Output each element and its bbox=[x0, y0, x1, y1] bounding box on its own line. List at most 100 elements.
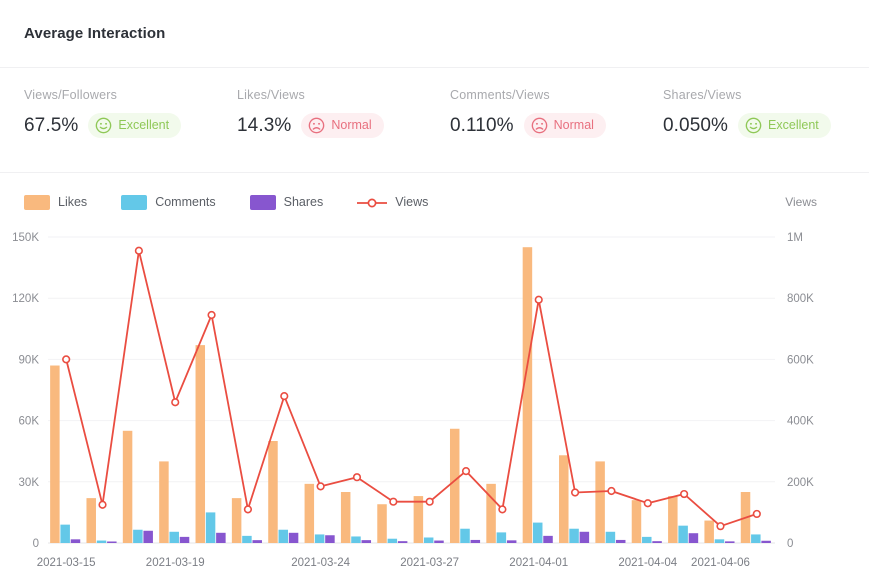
legend-swatch-icon bbox=[24, 194, 50, 210]
bar-comments[interactable] bbox=[387, 538, 398, 543]
legend-item-shares[interactable]: Shares bbox=[249, 194, 323, 210]
views-data-point[interactable] bbox=[534, 295, 543, 304]
average-interaction-card: Average Interaction Views/Followers 67.5… bbox=[0, 0, 869, 575]
page-title: Average Interaction bbox=[24, 25, 166, 42]
y2-axis-tick-label: 800K bbox=[787, 293, 814, 305]
bar-shares[interactable] bbox=[579, 531, 590, 543]
bar-shares[interactable] bbox=[179, 536, 190, 543]
status-badge-label: Normal bbox=[553, 118, 594, 133]
bar-comments[interactable] bbox=[751, 534, 761, 543]
bar-likes[interactable] bbox=[704, 520, 714, 543]
bar-likes[interactable] bbox=[377, 504, 387, 543]
bar-comments[interactable] bbox=[96, 540, 107, 543]
views-data-point[interactable] bbox=[207, 310, 216, 320]
bar-likes[interactable] bbox=[268, 441, 278, 543]
bar-comments[interactable] bbox=[169, 531, 179, 543]
legend-item-comments[interactable]: Comments bbox=[121, 194, 216, 210]
bar-shares[interactable] bbox=[688, 533, 699, 543]
bar-likes[interactable] bbox=[159, 461, 169, 543]
views-data-point[interactable] bbox=[134, 246, 143, 255]
bar-shares[interactable] bbox=[652, 541, 662, 543]
bar-comments[interactable] bbox=[314, 534, 325, 543]
bar-likes[interactable] bbox=[304, 483, 315, 543]
bar-shares[interactable] bbox=[725, 541, 735, 543]
bar-comments[interactable] bbox=[605, 531, 616, 543]
metric-value: 67.5% bbox=[24, 114, 79, 136]
views-data-point[interactable] bbox=[461, 466, 471, 476]
bar-likes[interactable] bbox=[195, 345, 206, 543]
y2-axis-tick-label: 0 bbox=[787, 538, 793, 550]
views-data-point[interactable] bbox=[243, 505, 253, 514]
bar-shares[interactable] bbox=[107, 541, 117, 544]
bar-shares[interactable] bbox=[288, 532, 299, 543]
legend-line-icon bbox=[357, 196, 388, 208]
legend-swatch-icon bbox=[121, 194, 148, 210]
x-axis-tick-label: 2021-03-15 bbox=[37, 557, 96, 569]
bar-comments[interactable] bbox=[678, 525, 688, 543]
bar-shares[interactable] bbox=[761, 540, 771, 543]
bar-comments[interactable] bbox=[642, 536, 652, 543]
bar-likes[interactable] bbox=[122, 430, 133, 543]
bar-shares[interactable] bbox=[506, 540, 517, 543]
bar-shares[interactable] bbox=[252, 540, 262, 543]
bar-shares[interactable] bbox=[216, 532, 226, 543]
bar-comments[interactable] bbox=[133, 529, 143, 543]
bar-likes[interactable] bbox=[413, 496, 424, 543]
frowning-face-icon bbox=[309, 117, 325, 134]
bar-shares[interactable] bbox=[143, 530, 153, 543]
views-data-point[interactable] bbox=[643, 499, 652, 508]
bar-comments[interactable] bbox=[714, 539, 725, 543]
views-data-point[interactable] bbox=[171, 398, 180, 407]
views-data-point[interactable] bbox=[62, 355, 71, 364]
bar-shares[interactable] bbox=[361, 540, 372, 543]
bar-comments[interactable] bbox=[60, 524, 70, 543]
bar-likes[interactable] bbox=[668, 496, 678, 543]
x-axis-tick-label: 2021-03-24 bbox=[291, 557, 350, 569]
legend-item-views[interactable]: Views bbox=[357, 195, 428, 209]
views-data-point[interactable] bbox=[570, 488, 580, 497]
views-data-point[interactable] bbox=[389, 497, 398, 506]
views-data-point[interactable] bbox=[316, 482, 325, 491]
bar-likes[interactable] bbox=[595, 461, 605, 543]
bar-comments[interactable] bbox=[496, 532, 507, 543]
bar-comments[interactable] bbox=[242, 535, 252, 543]
bar-shares[interactable] bbox=[70, 539, 81, 543]
bar-comments[interactable] bbox=[460, 528, 470, 543]
views-data-point[interactable] bbox=[425, 497, 434, 506]
bar-likes[interactable] bbox=[522, 247, 533, 543]
bar-shares[interactable] bbox=[397, 541, 408, 543]
bar-likes[interactable] bbox=[231, 498, 242, 543]
bar-likes[interactable] bbox=[559, 455, 569, 543]
status-badge: Normal bbox=[523, 113, 606, 138]
bar-shares[interactable] bbox=[543, 535, 553, 543]
bar-comments[interactable] bbox=[569, 528, 579, 543]
views-data-point[interactable] bbox=[352, 473, 362, 482]
bar-likes[interactable] bbox=[50, 365, 60, 543]
bar-shares[interactable] bbox=[470, 539, 481, 543]
y-axis-tick-label: 90K bbox=[19, 354, 40, 366]
bar-shares[interactable] bbox=[434, 540, 444, 543]
metric-value: 0.050% bbox=[663, 114, 729, 136]
metrics-row: Views/Followers 67.5% Excellent Likes/Vi… bbox=[0, 68, 869, 173]
legend-item-likes[interactable]: Likes bbox=[24, 194, 87, 210]
bar-shares[interactable] bbox=[325, 535, 335, 543]
bar-comments[interactable] bbox=[278, 529, 289, 543]
bar-likes[interactable] bbox=[86, 498, 96, 543]
views-data-point[interactable] bbox=[498, 505, 507, 514]
bar-likes[interactable] bbox=[340, 492, 351, 543]
views-data-point[interactable] bbox=[607, 486, 616, 496]
status-badge-label: Excellent bbox=[118, 118, 170, 133]
bar-likes[interactable] bbox=[449, 428, 460, 543]
bar-comments[interactable] bbox=[205, 512, 216, 543]
bar-comments[interactable] bbox=[351, 536, 361, 543]
views-data-point[interactable] bbox=[752, 509, 761, 519]
bar-shares[interactable] bbox=[615, 539, 626, 543]
views-data-point[interactable] bbox=[680, 489, 689, 499]
views-data-point[interactable] bbox=[716, 522, 725, 531]
bar-likes[interactable] bbox=[631, 500, 642, 543]
frowning-face-icon bbox=[531, 117, 548, 134]
bar-comments[interactable] bbox=[423, 537, 434, 543]
bar-comments[interactable] bbox=[532, 522, 543, 543]
views-data-point[interactable] bbox=[280, 392, 289, 401]
views-data-point[interactable] bbox=[98, 500, 107, 509]
